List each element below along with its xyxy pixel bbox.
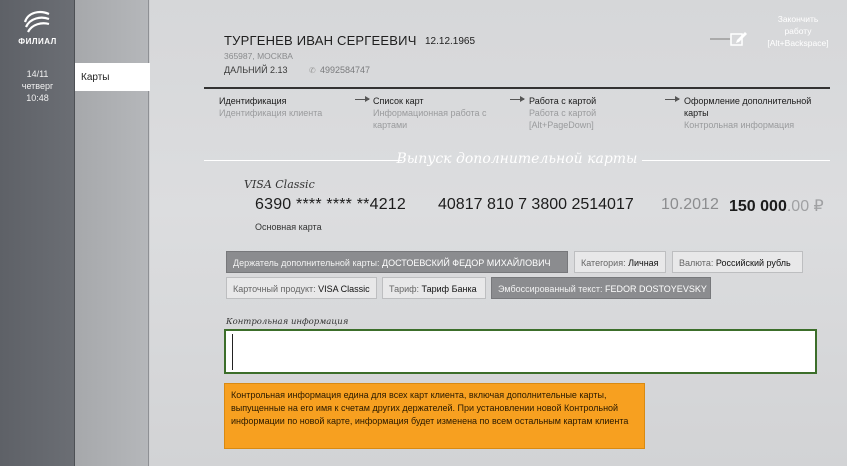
product-tag[interactable]: Карточный продукт: VISA Classic [226,277,377,299]
card-balance: 150 000.00 ₽ [729,196,824,216]
client-name: ТУРГЕНЕВ ИВАН СЕРГЕЕВИЧ [224,33,417,48]
client-branch: ДАЛЬНИЙ 2.13 [224,65,288,75]
step-arrow-icon [355,96,370,102]
category-tag[interactable]: Категория: Личная [574,251,666,273]
left-sidebar: ФИЛИАЛ 14/11 четверг 10:48 [0,0,75,466]
holder-label: Держатель дополнительной карты: [233,258,383,268]
bank-logo-icon [23,11,50,33]
warning-message: Контрольная информация едина для всех ка… [224,383,645,449]
section-title: Выпуск дополнительной карты [396,151,638,167]
product-label: Карточный продукт: [233,284,319,294]
card-type: VISA Classic [244,178,315,191]
holder-value: ДОСТОЕВСКИЙ ФЕДОР МИХАЙЛОВИЧ [382,258,551,268]
step-card-list[interactable]: Список карт Информационная работа с карт… [373,95,503,131]
branch-label: ФИЛИАЛ [18,37,57,46]
step-additional-card[interactable]: Оформление дополнительной карты Контроль… [684,95,824,131]
product-value: VISA Classic [318,284,370,294]
control-info-label: Контрольная информация [226,317,349,327]
phone-number: 4992584747 [320,65,371,75]
step-title: Работа с картой [529,96,597,106]
currency-label: Валюта: [679,258,716,268]
client-birth-date: 12.12.1965 [425,36,476,47]
category-label: Категория: [581,258,629,268]
time: 10:48 [26,93,49,103]
finish-shortcut: [Alt+Backspace] [767,38,829,48]
date-time: 14/11 четверг 10:48 [0,68,75,104]
step-title: Идентификация [219,96,287,106]
emboss-tag[interactable]: Эмбоссированный текст: FEDOR DOSTOYEVSKY [491,277,711,299]
step-subtitle: Работа с картой [Alt+PageDown] [529,108,597,130]
tariff-value: Тариф Банка [421,284,477,294]
step-card-work[interactable]: Работа с картой Работа с картой [Alt+Pag… [529,95,649,131]
date: 14/11 [26,69,49,79]
step-subtitle: Информационная работа с картами [373,108,487,130]
step-arrow-icon [510,96,525,102]
holder-tag[interactable]: Держатель дополнительной карты: ДОСТОЕВС… [226,251,568,273]
text-caret [232,334,233,370]
client-phone: ✆ 4992584747 [309,65,370,75]
edit-divider [710,38,730,40]
balance-decimal: .00 ₽ [786,198,824,215]
tariff-label: Тариф: [389,284,422,294]
finish-line-2: работу [784,26,812,36]
currency-tag[interactable]: Валюта: Российский рубль [672,251,803,273]
client-address: 365987, МОСКВА [224,51,293,61]
balance-integer: 150 000 [729,198,787,215]
steps-divider [204,87,830,89]
step-subtitle: Идентификация клиента [219,108,323,118]
section-header: Выпуск дополнительной карты [204,150,830,170]
step-arrow-icon [665,96,680,102]
category-value: Личная [628,258,659,268]
step-title: Список карт [373,96,424,106]
edit-icon[interactable] [730,30,748,46]
step-identification[interactable]: Идентификация Идентификация клиента [219,95,359,119]
emboss-label: Эмбоссированный текст: [498,284,605,294]
emboss-value: FEDOR DOSTOYEVSKY [604,284,707,294]
step-title: Оформление дополнительной карты [684,96,812,118]
tariff-tag[interactable]: Тариф: Тариф Банка [382,277,486,299]
control-info-input[interactable] [224,329,817,374]
weekday: четверг [21,81,54,91]
finish-work-button[interactable]: Закончить работу [Alt+Backspace] [760,13,836,49]
card-expiry: 10.2012 [661,196,719,213]
finish-line-1: Закончить [777,14,819,24]
step-subtitle: Контрольная информация [684,120,795,130]
account-number: 40817 810 7 3800 2514017 [438,196,634,213]
card-number: 6390 **** **** **4212 [255,196,406,213]
currency-value: Российский рубль [715,258,791,268]
phone-icon: ✆ [309,66,316,75]
card-note: Основная карта [255,222,322,232]
